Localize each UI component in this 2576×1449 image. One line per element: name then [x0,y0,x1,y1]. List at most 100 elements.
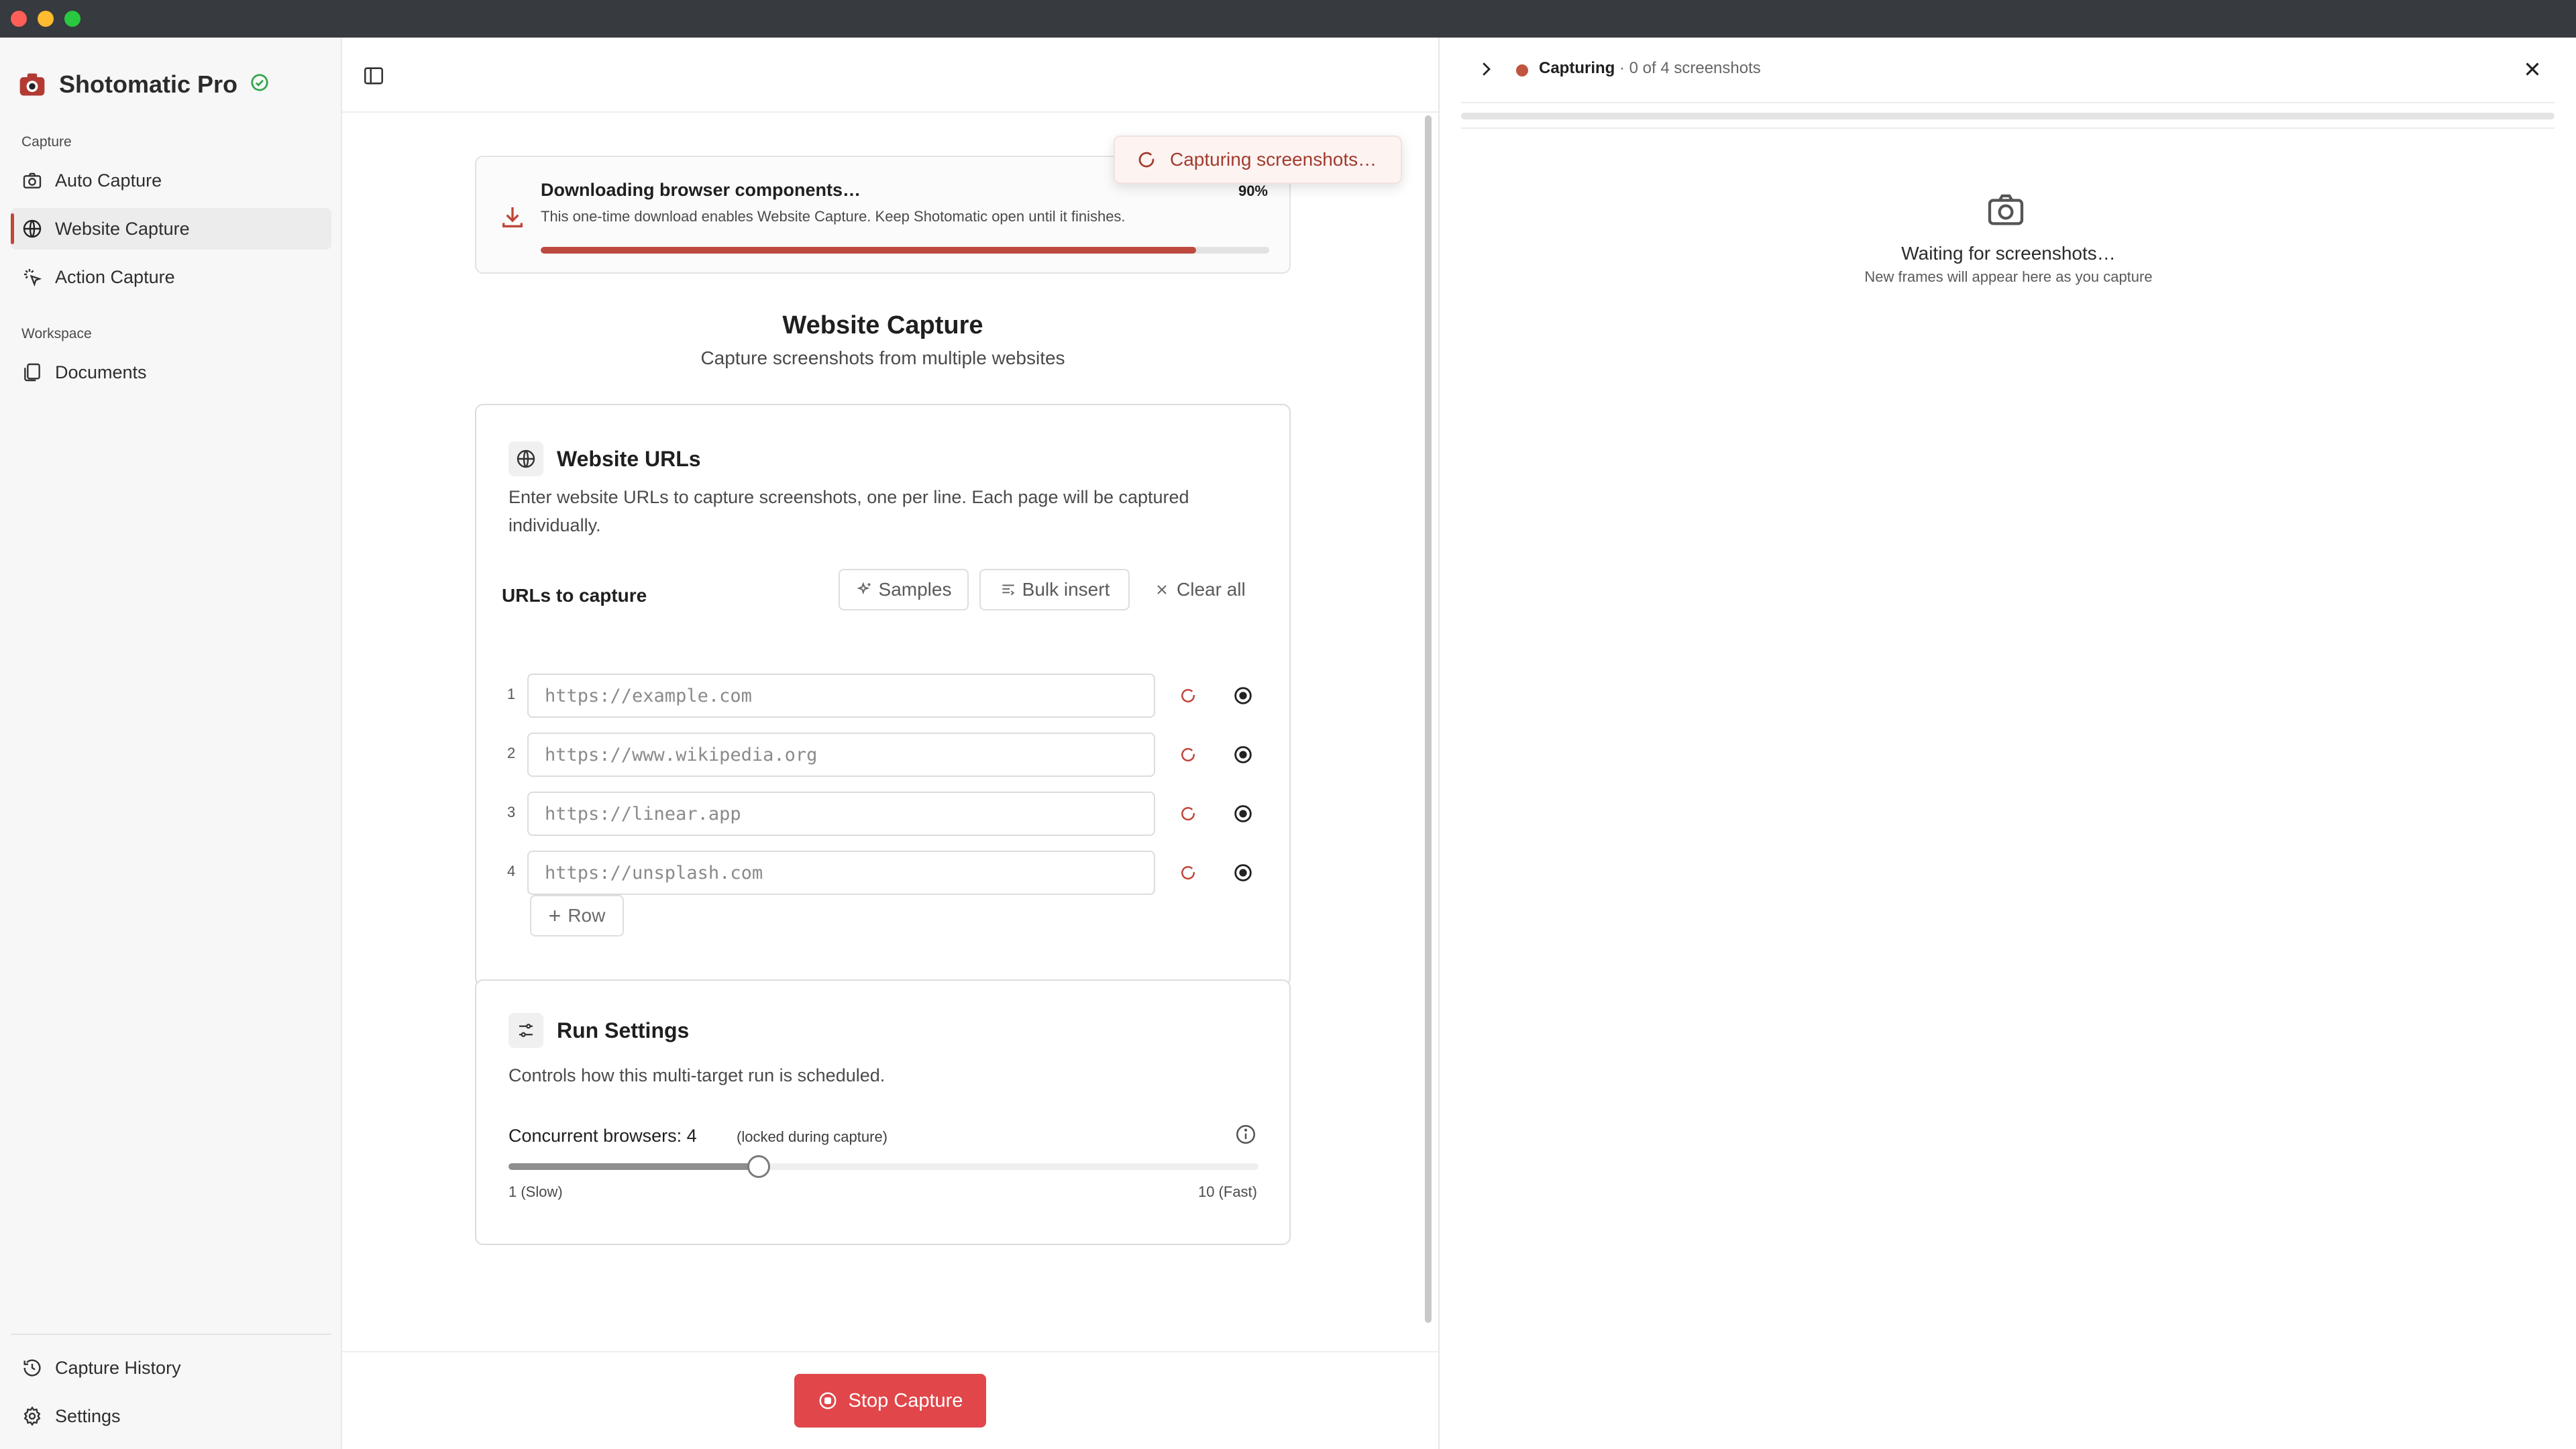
target-icon[interactable] [1232,684,1254,707]
status-dot [1516,64,1528,76]
samples-button[interactable]: Samples [839,569,969,610]
target-icon[interactable] [1232,743,1254,766]
main-toolbar [342,38,1438,113]
page-title: Website Capture [782,311,983,339]
stop-capture-label: Stop Capture [848,1389,963,1411]
capture-status: Capturing · 0 of 4 screenshots [1539,59,1761,78]
concurrency-note: (locked during capture) [737,1128,888,1145]
card-title: Website URLs [557,447,701,471]
sidebar-item-action-capture[interactable]: Action Capture [11,256,331,298]
add-row-label: Row [568,905,606,926]
url-input[interactable] [527,792,1155,836]
sidebar-item-settings[interactable]: Settings [11,1395,331,1437]
sidebar-divider [11,1334,331,1335]
globe-icon [517,449,535,468]
capture-progress-bar [1461,113,2555,119]
info-icon[interactable] [1234,1123,1257,1146]
website-urls-card: Website URLs Enter website URLs to captu… [475,404,1291,986]
brand: Shotomatic Pro [17,64,270,105]
slider-max-label: 10 (Fast) [1197,1183,1257,1200]
bulk-insert-label: Bulk insert [1022,579,1110,600]
url-row: 1 [476,674,1292,718]
run-settings-card: Run Settings Controls how this multi-tar… [475,979,1291,1245]
minimize-window-button[interactable] [38,11,54,27]
clear-all-label: Clear all [1177,579,1246,600]
bulk-insert-button[interactable]: Bulk insert [979,569,1130,610]
sidebar-toggle-icon[interactable] [362,64,385,87]
sidebar-item-label: Website Capture [55,218,190,239]
toast-text: Capturing screenshots… [1170,149,1377,170]
sidebar-item-label: Action Capture [55,266,175,287]
sidebar-item-documents[interactable]: Documents [11,352,331,393]
list-insert-icon [1002,584,1014,596]
concurrency-slider[interactable] [508,1155,1258,1178]
sidebar-item-auto-capture[interactable]: Auto Capture [11,160,331,201]
url-row: 3 [476,792,1292,836]
gear-icon [23,1406,41,1426]
app-name: Shotomatic Pro [59,70,238,98]
card-description: Controls how this multi-target run is sc… [508,1065,885,1085]
zoom-window-button[interactable] [64,11,80,27]
sidebar-item-label: Capture History [55,1357,181,1378]
status-strong: Capturing [1539,59,1615,77]
spinner-icon [1181,866,1195,880]
main-footer: Stop Capture [342,1351,1438,1449]
url-input[interactable] [527,851,1155,895]
close-icon[interactable] [2521,58,2544,80]
card-icon-box [508,1013,543,1048]
stop-circle-icon [819,1392,837,1409]
card-title: Run Settings [557,1018,690,1042]
spinner-icon [1181,807,1195,821]
plus-icon: + [548,903,561,928]
url-row-number: 2 [507,745,516,761]
window-titlebar [0,0,2576,38]
url-input[interactable] [527,674,1155,718]
camera-icon [23,172,42,189]
close-window-button[interactable] [11,11,27,27]
main-content: Downloading browser components… This one… [342,38,1438,1449]
page-subtitle: Capture screenshots from multiple websit… [700,347,1065,368]
sidebar-item-label: Documents [55,362,147,382]
main-scrollbar[interactable] [1425,115,1432,1323]
history-icon [23,1359,41,1377]
verified-check-icon [251,74,268,91]
urls-list-label: URLs to capture [502,585,647,606]
url-row-number: 4 [507,863,516,879]
url-row: 4 [476,851,1292,895]
spinner-icon [1181,689,1195,703]
slider-fill [508,1163,759,1170]
card-description: Enter website URLs to capture screenshot… [508,487,1189,535]
url-input[interactable] [527,733,1155,777]
sidebar-item-label: Settings [55,1405,121,1426]
download-progress-fill [541,247,1197,254]
documents-icon [24,363,40,382]
target-icon[interactable] [1232,802,1254,825]
add-row-button[interactable]: + Row [530,895,624,936]
camera-logo-icon [19,73,45,96]
slider-thumb[interactable] [747,1155,770,1178]
sidebar: Shotomatic Pro Capture Auto Capture Webs… [0,38,342,1449]
camera-icon [1988,194,2024,225]
capturing-toast: Capturing screenshots… [1114,136,1402,184]
chevron-right-icon[interactable] [1476,59,1496,79]
sliders-icon [519,1024,533,1037]
section-label-capture: Capture [21,134,72,150]
stop-capture-button[interactable]: Stop Capture [794,1374,986,1428]
concurrency-label: Concurrent browsers: 4 [508,1126,697,1146]
sidebar-item-label: Auto Capture [55,170,162,191]
download-progress-bar [541,247,1269,254]
target-icon[interactable] [1232,861,1254,884]
download-subtitle: This one-time download enables Website C… [541,208,1126,225]
sparkles-icon [857,582,871,595]
close-icon [1157,585,1167,594]
status-detail: · 0 of 4 screenshots [1615,59,1761,77]
sidebar-item-website-capture[interactable]: Website Capture [11,208,331,250]
spinner-icon [1181,748,1195,762]
url-row-number: 1 [507,686,516,702]
clear-all-button[interactable]: Clear all [1154,569,1246,610]
sidebar-item-capture-history[interactable]: Capture History [11,1347,331,1389]
globe-icon [23,219,42,238]
url-row-number: 3 [507,804,516,820]
divider [1461,127,2555,129]
divider [1461,102,2555,103]
